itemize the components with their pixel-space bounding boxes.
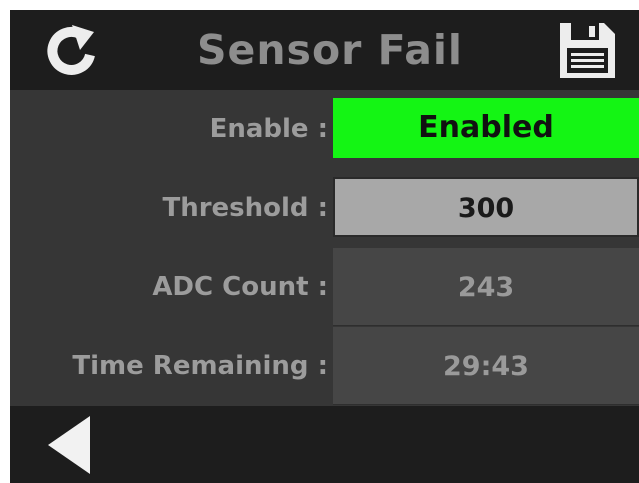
time-remaining-row: Time Remaining : 29:43 — [10, 327, 639, 405]
enable-toggle[interactable]: Enabled — [333, 98, 639, 158]
refresh-icon — [47, 25, 95, 75]
back-button[interactable] — [44, 414, 104, 476]
refresh-button[interactable] — [36, 15, 106, 85]
page-title: Sensor Fail — [197, 26, 463, 74]
adc-count-value: 243 — [333, 248, 639, 326]
threshold-label: Threshold : — [162, 193, 328, 223]
enable-row: Enable : Enabled — [10, 90, 639, 168]
settings-panel: Enable : Enabled Threshold : 300 ADC Cou… — [10, 90, 639, 406]
back-arrow-icon — [48, 416, 90, 474]
threshold-row: Threshold : 300 — [10, 169, 639, 247]
save-icon — [560, 23, 615, 78]
footer-bar — [10, 406, 639, 483]
save-button[interactable] — [552, 15, 622, 85]
time-remaining-value: 29:43 — [333, 327, 639, 405]
device-screen: Sensor Fail Enable : Enabled Threshold :… — [10, 10, 639, 483]
enable-label: Enable : — [209, 114, 328, 144]
adc-count-label: ADC Count : — [152, 272, 328, 302]
adc-count-row: ADC Count : 243 — [10, 248, 639, 326]
threshold-field[interactable]: 300 — [333, 177, 639, 237]
header-bar: Sensor Fail — [10, 10, 639, 90]
time-remaining-label: Time Remaining : — [72, 351, 328, 381]
